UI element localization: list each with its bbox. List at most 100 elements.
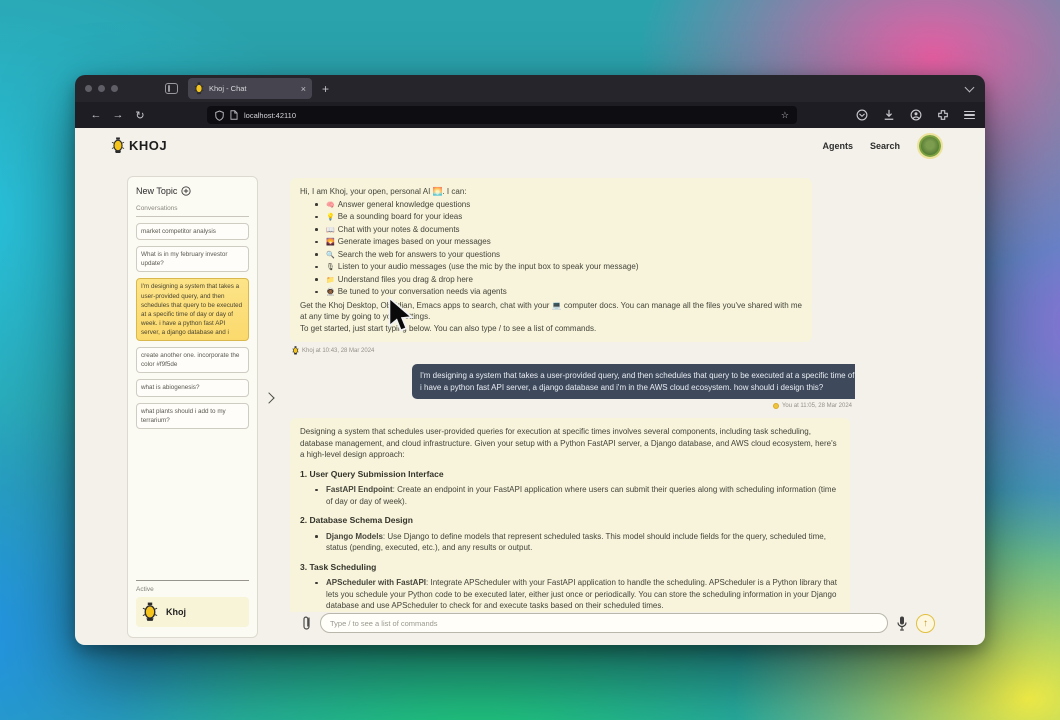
bullet-emoji-icon: 🧠 — [326, 200, 335, 212]
conversation-item[interactable]: I'm designing a system that takes a user… — [136, 278, 249, 341]
send-button[interactable]: ↑ — [916, 614, 935, 633]
user-avatar[interactable] — [919, 135, 941, 157]
welcome-outro-2: To get started, just start typing below.… — [300, 323, 802, 335]
conversation-sidebar: New Topic Conversations market competito… — [127, 176, 258, 638]
conversation-list: market competitor analysis What is in my … — [136, 223, 249, 429]
conversation-item[interactable]: What is in my february investor update? — [136, 246, 249, 272]
nav-agents-link[interactable]: Agents — [822, 141, 853, 151]
khoj-timestamp-icon — [292, 346, 299, 355]
ai-welcome-message: Hi, I am Khoj, your open, personal AI 🌅.… — [290, 178, 812, 342]
plus-circle-icon — [181, 186, 191, 196]
microphone-icon[interactable] — [896, 615, 908, 632]
bullet-emoji-icon: 🎙 — [326, 262, 335, 274]
attach-file-icon[interactable] — [301, 614, 312, 632]
response-bullet: Django Models: Use Django to define mode… — [324, 531, 840, 554]
window-controls[interactable] — [85, 85, 118, 92]
downloads-icon[interactable] — [883, 109, 895, 121]
bullet-emoji-icon: 👩🏾‍🚀 — [326, 287, 335, 299]
bullet-emoji-icon: 📁 — [326, 275, 335, 287]
chat-input-field[interactable] — [320, 613, 888, 633]
response-bullet-list: Django Models: Use Django to define mode… — [324, 531, 840, 554]
user-message-text: I'm designing a system that takes a user… — [420, 371, 855, 392]
khoj-favicon-icon — [194, 82, 204, 95]
tab-title: Khoj - Chat — [209, 84, 296, 93]
new-topic-button[interactable]: New Topic — [136, 186, 249, 196]
pocket-icon[interactable] — [856, 109, 868, 121]
response-bullet-list: FastAPI Endpoint: Create an endpoint in … — [324, 484, 840, 507]
response-section-heading: 2. Database Schema Design — [300, 515, 840, 527]
conversation-item[interactable]: create another one. incorporate the colo… — [136, 347, 249, 373]
ai-timestamp-text: Khoj at 10:43, 28 Mar 2024 — [302, 348, 374, 354]
response-bullet: FastAPI Endpoint: Create an endpoint in … — [324, 484, 840, 507]
mouse-cursor — [385, 296, 415, 334]
ai-response-message: Designing a system that schedules user-p… — [290, 418, 850, 612]
window-maximize-button[interactable] — [111, 85, 118, 92]
welcome-bullet: 🧠Answer general knowledge questions — [324, 199, 802, 212]
response-section-heading: 3. Task Scheduling — [300, 562, 840, 574]
page-info-icon[interactable] — [230, 110, 238, 120]
response-sections: 1. User Query Submission Interface FastAP… — [300, 469, 840, 613]
back-button[interactable]: ← — [85, 109, 107, 121]
sidebar-divider — [136, 580, 249, 581]
nav-search-link[interactable]: Search — [870, 141, 900, 151]
khoj-logo-text: KHOJ — [129, 138, 167, 153]
khoj-app: KHOJ Agents Search New Topic Conversatio… — [75, 128, 985, 645]
active-agent-item[interactable]: Khoj — [136, 597, 249, 627]
browser-tab[interactable]: Khoj - Chat × — [188, 78, 312, 99]
response-intro: Designing a system that schedules user-p… — [300, 426, 840, 461]
welcome-bullet: 🎙Listen to your audio messages (use the … — [324, 261, 802, 274]
new-tab-button[interactable]: + — [322, 82, 329, 96]
user-timestamp-text: You at 11:05, 28 Mar 2024 — [782, 403, 852, 409]
response-bullet-list: APScheduler with FastAPI: Integrate APSc… — [324, 577, 840, 612]
user-message: I'm designing a system that takes a user… — [412, 364, 855, 399]
firefox-view-icon[interactable] — [165, 83, 178, 94]
browser-tab-bar: Khoj - Chat × + — [75, 75, 985, 102]
account-icon[interactable] — [910, 109, 922, 121]
url-text[interactable]: localhost:42110 — [244, 111, 296, 120]
conversation-item[interactable]: what is abiogenesis? — [136, 379, 249, 396]
forward-button[interactable]: → — [107, 109, 129, 121]
welcome-bullet: 📁Understand files you drag & drop here — [324, 274, 802, 287]
welcome-bullets: 🧠Answer general knowledge questions💡Be a… — [324, 199, 802, 299]
bullet-emoji-icon: 💡 — [326, 212, 335, 224]
chat-input[interactable] — [330, 619, 878, 628]
khoj-agent-lantern-icon — [142, 602, 158, 622]
sidebar-footer: Active Khoj — [136, 580, 249, 627]
user-timestamp-icon — [773, 403, 779, 409]
ai-message-timestamp: Khoj at 10:43, 28 Mar 2024 — [292, 346, 855, 355]
user-message-timestamp: You at 11:05, 28 Mar 2024 — [292, 403, 852, 409]
conversation-item[interactable]: what plants should i add to my terrarium… — [136, 403, 249, 429]
shield-icon[interactable] — [215, 110, 224, 121]
sidebar-collapse-chevron[interactable] — [263, 392, 274, 403]
conversation-item[interactable]: market competitor analysis — [136, 223, 249, 240]
khoj-logo[interactable]: KHOJ — [111, 137, 167, 154]
chat-message-list[interactable]: Hi, I am Khoj, your open, personal AI 🌅.… — [290, 178, 855, 612]
window-minimize-button[interactable] — [98, 85, 105, 92]
response-bullet: APScheduler with FastAPI: Integrate APSc… — [324, 577, 840, 612]
welcome-bullet: 📖Chat with your notes & documents — [324, 224, 802, 237]
desktop-wallpaper: Khoj - Chat × + ← → ↻ localhost:42110 ☆ — [0, 0, 1060, 720]
bullet-emoji-icon: 📖 — [326, 225, 335, 237]
welcome-bullet: 💡Be a sounding board for your ideas — [324, 211, 802, 224]
welcome-outro: Get the Khoj Desktop, Obsidian, Emacs ap… — [300, 300, 802, 323]
conversations-label: Conversations — [136, 205, 249, 217]
bookmark-star-icon[interactable]: ☆ — [781, 110, 789, 121]
khoj-lantern-icon — [111, 137, 125, 154]
welcome-intro: Hi, I am Khoj, your open, personal AI 🌅.… — [300, 186, 802, 198]
window-close-button[interactable] — [85, 85, 92, 92]
chat-input-bar: ↑ — [301, 612, 935, 634]
bullet-emoji-icon: 🔍 — [326, 250, 335, 262]
welcome-bullet: 🌄Generate images based on your messages — [324, 236, 802, 249]
response-section-heading: 1. User Query Submission Interface — [300, 469, 840, 481]
app-header: KHOJ Agents Search — [75, 128, 985, 168]
menu-icon[interactable] — [964, 111, 975, 120]
extensions-icon[interactable] — [937, 109, 949, 121]
tab-list-chevron-icon[interactable] — [965, 82, 975, 92]
new-topic-label: New Topic — [136, 186, 177, 196]
reload-button[interactable]: ↻ — [129, 109, 151, 122]
tab-close-icon[interactable]: × — [301, 84, 306, 94]
browser-toolbar: ← → ↻ localhost:42110 ☆ — [75, 102, 985, 128]
url-bar[interactable]: localhost:42110 ☆ — [207, 106, 797, 124]
welcome-bullet: 🔍Search the web for answers to your ques… — [324, 249, 802, 262]
toolbar-right-icons — [856, 109, 975, 121]
